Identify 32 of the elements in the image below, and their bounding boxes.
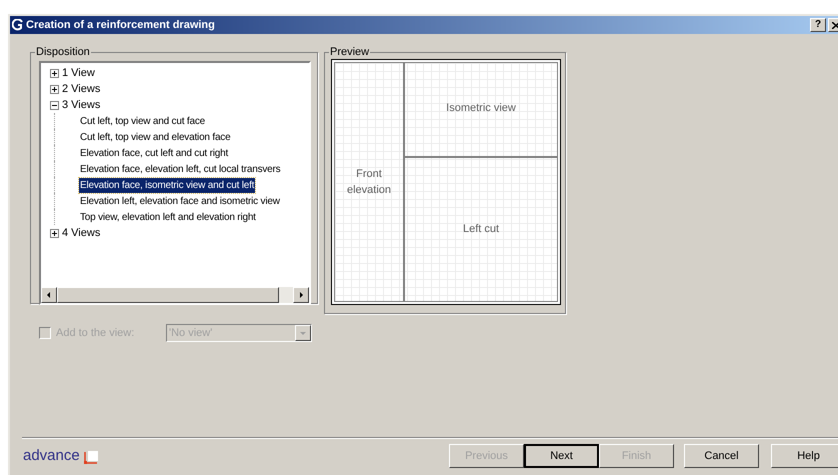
expand-icon[interactable] [50,84,59,94]
tree-item[interactable]: 3 Views [62,96,100,114]
expand-icon[interactable] [50,68,59,78]
tree-item[interactable]: 1 View [62,64,95,82]
dialog-button[interactable]: Next [524,444,599,468]
pane-label: Isometric view [446,101,516,116]
expand-icon[interactable] [50,228,59,238]
tree-item[interactable]: Elevation face, isometric view and cut left [79,178,256,192]
tree-item[interactable]: Elevation face, cut left and cut right [79,146,230,160]
collapse-icon[interactable] [50,100,59,110]
dialog-button[interactable]: Help [771,444,838,468]
tree-item[interactable]: Cut left, top view and cut face [79,114,206,128]
group-label: Disposition [35,45,91,59]
logo-mark [84,451,98,465]
scroll-right-button[interactable] [293,287,309,303]
horizontal-scrollbar[interactable] [41,287,309,303]
tree-item[interactable]: Elevation left, elevation face and isometric view [79,194,281,208]
app-icon [12,18,24,32]
pane-label: Front elevation [346,166,392,198]
window-title: Creation of a reinforcement drawing [26,18,215,33]
help-button[interactable]: ? [810,18,826,32]
tree-item[interactable]: Elevation face, elevation left, cut local transvers [79,162,282,176]
logo-text: advance [23,446,80,466]
tree-item[interactable]: 4 Views [62,224,100,242]
dialog-button[interactable]: Cancel [684,444,759,468]
tree-item[interactable]: 2 Views [62,80,100,98]
tree-item[interactable]: Top view, elevation left and elevation right [79,210,257,224]
scroll-thumb[interactable] [57,287,279,303]
pane-label: Left cut [462,222,500,238]
scroll-left-button[interactable] [41,287,57,303]
close-icon [832,22,838,28]
tree-item[interactable]: Cut left, top view and elevation face [79,130,232,144]
